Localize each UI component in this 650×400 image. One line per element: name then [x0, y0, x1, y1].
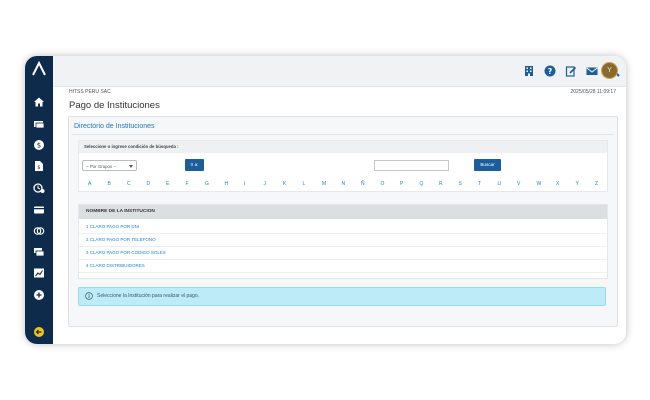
letter-filter[interactable]: B	[108, 181, 111, 187]
letter-filter[interactable]: X	[556, 181, 559, 187]
svg-text:?: ?	[548, 67, 553, 76]
group-select[interactable]: -- Por Grupos --	[82, 160, 137, 171]
clock-dollar-icon[interactable]	[32, 182, 46, 194]
letter-filter[interactable]: N	[342, 181, 346, 187]
app-window: $ $ ? Y HITSS PERU SAC 2025/05/28 11:09:…	[25, 56, 626, 344]
letter-filter[interactable]: V	[517, 181, 520, 187]
letter-filter[interactable]: Ñ	[361, 181, 365, 187]
letter-filter[interactable]: Z	[595, 181, 598, 187]
search-button[interactable]: Buscar	[474, 159, 501, 171]
letter-filter[interactable]: K	[283, 181, 286, 187]
institution-link[interactable]: 1 CLARO PAGO POR DNI	[86, 224, 139, 229]
table-row[interactable]: 3 CLARO PAGO POR CODIGO SOLES	[79, 246, 607, 260]
svg-text:$: $	[37, 165, 40, 171]
letter-filter[interactable]: Q	[420, 181, 424, 187]
logo-icon[interactable]	[31, 61, 47, 77]
go-button[interactable]: Ir a:	[185, 159, 204, 171]
letter-filter[interactable]: O	[381, 181, 385, 187]
svg-text:$: $	[37, 142, 41, 150]
document-dollar-icon[interactable]: $	[32, 160, 46, 172]
divider	[72, 134, 614, 135]
table-row[interactable]: 4 CLARO DISTRIBUIDORES	[79, 259, 607, 273]
letter-filter[interactable]: A	[88, 181, 91, 187]
column-header-institution: NOMBRE DE LA INSTITUCION	[86, 209, 155, 214]
info-icon	[85, 292, 93, 300]
directory-panel: Directorio de Instituciones Seleccione o…	[68, 116, 618, 327]
institution-link[interactable]: 3 CLARO PAGO POR CODIGO SOLES	[86, 250, 166, 255]
letter-filter[interactable]: P	[400, 181, 403, 187]
company-name: HITSS PERU SAC	[69, 89, 111, 95]
alphabet-filter: ABCDEFGHIJKLMNÑOPQRSTUVWXYZ	[79, 181, 607, 189]
datetime: 2025/05/28 11:09:17	[570, 89, 616, 95]
home-icon[interactable]	[32, 96, 46, 108]
group-select-value: -- Por Grupos --	[86, 164, 117, 169]
institution-link[interactable]: 2 CLARO PAGO POR TELEFONO	[86, 237, 156, 242]
letter-filter[interactable]: I	[244, 181, 245, 187]
letter-filter[interactable]: G	[205, 181, 209, 187]
directory-title: Directorio de Instituciones	[74, 123, 155, 130]
main-content: ? Y HITSS PERU SAC 2025/05/28 11:09:17 P…	[53, 56, 626, 344]
institution-link[interactable]: 4 CLARO DISTRIBUIDORES	[86, 263, 145, 268]
info-alert: Seleccione la Institución para realizar …	[78, 287, 606, 306]
transfer-icon[interactable]	[32, 246, 46, 258]
chart-icon[interactable]	[32, 267, 46, 279]
table-header: NOMBRE DE LA INSTITUCION	[79, 205, 607, 219]
letter-filter[interactable]: J	[264, 181, 267, 187]
toggle-icon[interactable]	[32, 225, 46, 237]
top-bar: ? Y	[53, 56, 626, 87]
table-row[interactable]: 1 CLARO PAGO POR DNI	[79, 220, 607, 234]
help-icon[interactable]: ?	[544, 65, 556, 77]
letter-filter[interactable]: U	[498, 181, 502, 187]
letter-filter[interactable]: M	[322, 181, 326, 187]
alert-text: Seleccione la Institución para realizar …	[97, 293, 200, 299]
letter-filter[interactable]: S	[459, 181, 462, 187]
dollar-icon[interactable]: $	[32, 139, 46, 151]
card-icon[interactable]	[32, 118, 46, 130]
search-label: Seleccione o ingrese condición de búsque…	[84, 144, 179, 149]
letter-filter[interactable]: W	[537, 181, 542, 187]
search-section: Seleccione o ingrese condición de búsque…	[78, 140, 608, 192]
avatar[interactable]: Y	[601, 62, 618, 79]
page-title: Pago de Instituciones	[69, 100, 160, 111]
letter-filter[interactable]: R	[439, 181, 443, 187]
letter-filter[interactable]: Y	[576, 181, 579, 187]
edit-icon[interactable]	[565, 65, 577, 77]
payment-card-icon[interactable]	[32, 204, 46, 216]
search-input[interactable]	[374, 160, 449, 171]
letter-filter[interactable]: D	[147, 181, 151, 187]
sidebar: $ $	[25, 56, 53, 344]
letter-filter[interactable]: C	[127, 181, 131, 187]
table-row[interactable]: 2 CLARO PAGO POR TELEFONO	[79, 233, 607, 247]
letter-filter[interactable]: E	[166, 181, 169, 187]
logout-icon[interactable]	[32, 326, 46, 338]
letter-filter[interactable]: F	[186, 181, 189, 187]
chevron-down-icon	[129, 165, 133, 168]
letter-filter[interactable]: L	[303, 181, 306, 187]
plus-circle-icon[interactable]	[32, 289, 46, 301]
search-header: Seleccione o ingrese condición de búsque…	[79, 141, 607, 153]
letter-filter[interactable]: H	[225, 181, 229, 187]
institutions-table: NOMBRE DE LA INSTITUCION 1 CLARO PAGO PO…	[78, 204, 608, 279]
letter-filter[interactable]: T	[478, 181, 481, 187]
building-icon[interactable]	[523, 65, 535, 77]
mail-icon[interactable]	[586, 65, 598, 77]
